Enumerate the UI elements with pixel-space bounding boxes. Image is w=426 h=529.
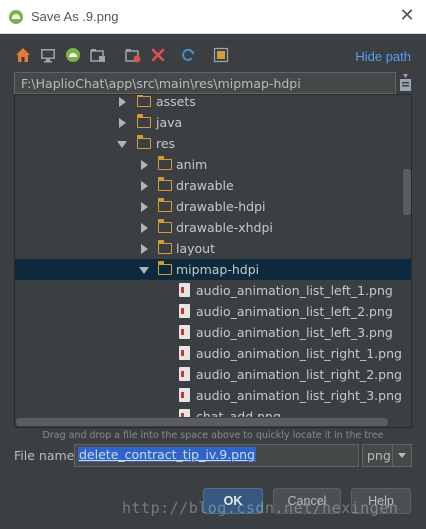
delete-icon[interactable] [149,46,167,64]
tree-row-mipmap-hdpi[interactable]: mipmap-hdpi [15,259,411,280]
title-bar: Save As .9.png ✕ [0,0,426,34]
folder-icon [157,156,172,170]
drag-drop-hint: Drag and drop a file into the space abov… [42,430,384,441]
tree-row-label: res [156,136,176,151]
tree-row-label: drawable-hdpi [176,199,266,214]
file-tree[interactable]: assets java res anim drawable drawable-h… [14,94,412,428]
tree-row-res[interactable]: res [15,133,399,154]
tree-row-label: java [156,115,183,130]
expand-arrow-icon[interactable] [119,118,126,128]
tree-row-file[interactable]: audio_animation_list_left_2.png [15,301,399,322]
android-project-icon[interactable] [64,46,82,64]
close-icon[interactable]: ✕ [396,5,418,27]
tree-row-drawable-xhdpi[interactable]: drawable-xhdpi [15,217,399,238]
chevron-down-icon[interactable] [392,445,411,466]
tree-row-anim[interactable]: anim [15,154,399,175]
tree-row-label: audio_animation_list_right_1.png [196,346,402,361]
tree-row-label: mipmap-hdpi [176,262,260,277]
expand-arrow-icon[interactable] [141,202,148,212]
extension-value: png [367,448,391,463]
tree-row-assets[interactable]: assets [15,94,399,112]
expand-arrow-icon[interactable] [141,223,148,233]
tree-row-file[interactable]: audio_animation_list_right_3.png [15,385,402,406]
folder-icon [136,95,151,107]
png-file-icon [179,325,190,339]
tree-row-label: audio_animation_list_right_2.png [196,367,402,382]
tree-row-label: drawable [176,178,234,193]
png-file-icon [179,367,190,381]
folder-icon [136,114,151,128]
vertical-scrollbar[interactable] [403,169,411,215]
tree-row-label: audio_animation_list_left_3.png [196,325,393,340]
png-file-icon [179,283,190,297]
tree-row-label: anim [176,157,208,172]
tree-row-label: audio_animation_list_left_1.png [196,283,393,298]
file-name-label: File name: [14,448,79,463]
expand-arrow-icon[interactable] [119,97,126,107]
module-icon[interactable] [89,46,107,64]
home-icon[interactable] [14,46,32,64]
folder-icon [157,177,172,191]
expand-arrow-icon[interactable] [141,244,148,254]
tree-row-java[interactable]: java [15,112,399,133]
horizontal-scrollbar[interactable] [16,418,388,426]
refresh-icon[interactable] [179,46,197,64]
desktop-icon[interactable] [39,46,57,64]
png-file-icon [179,346,190,360]
new-folder-icon[interactable] [124,46,142,64]
tree-row-file[interactable]: audio_animation_list_left_3.png [15,322,399,343]
toolbar: Hide path [14,46,412,66]
tree-row-label: audio_animation_list_right_3.png [196,388,402,403]
collapse-arrow-icon[interactable] [117,141,127,148]
tree-row-label: drawable-xhdpi [176,220,273,235]
hide-path-link[interactable]: Hide path [355,49,411,64]
tree-row-label: audio_animation_list_left_2.png [196,304,393,319]
tree-row-file[interactable]: audio_animation_list_right_2.png [15,364,402,385]
file-name-input[interactable]: delete_contract_tip_iv.9.png [74,444,359,467]
png-file-icon [179,388,190,402]
tree-row-drawable-hdpi[interactable]: drawable-hdpi [15,196,399,217]
tree-row-layout[interactable]: layout [15,238,399,259]
watermark: http://blog.csdn.net/hexingen [122,499,399,517]
folder-icon [136,135,151,149]
window-title: Save As .9.png [31,9,119,24]
show-hidden-icon[interactable] [212,46,230,64]
path-input[interactable]: F:\HaplioChat\app\src\main\res\mipmap-hd… [14,72,396,94]
folder-icon [157,240,172,254]
expand-arrow-icon[interactable] [141,181,148,191]
tree-row-drawable[interactable]: drawable [15,175,399,196]
file-name-value: delete_contract_tip_iv.9.png [78,447,256,462]
folder-icon [157,261,172,275]
folder-icon [157,198,172,212]
tree-row-label: layout [176,241,216,256]
folder-icon [157,219,172,233]
tree-row-file[interactable]: audio_animation_list_right_1.png [15,343,402,364]
expand-arrow-icon[interactable] [141,160,148,170]
tree-row-file[interactable]: audio_animation_list_left_1.png [15,280,399,301]
path-history-icon[interactable] [399,73,412,93]
extension-select[interactable]: png [362,444,412,467]
android-studio-icon [9,10,23,24]
png-file-icon [179,304,190,318]
tree-row-label: assets [156,94,196,109]
collapse-arrow-icon[interactable] [139,267,149,274]
